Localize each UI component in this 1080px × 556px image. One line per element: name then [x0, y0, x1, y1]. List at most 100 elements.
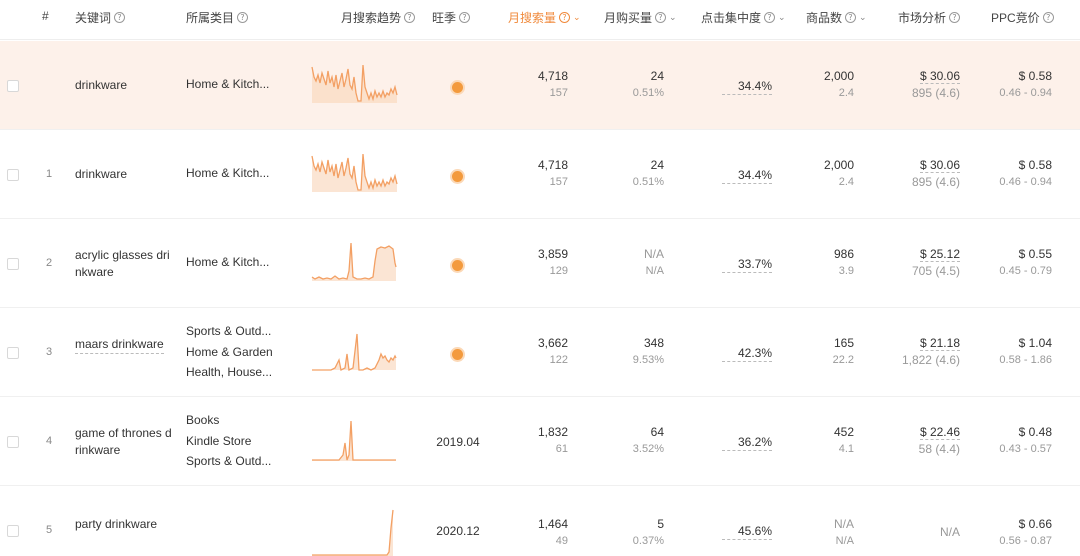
- header-product-count[interactable]: 商品数? ⌄: [806, 9, 867, 26]
- ppc-bid: $ 0.48 0.43 - 0.57: [999, 425, 1052, 455]
- peak-season-dot: [452, 171, 463, 182]
- search-volume: 1,832 61: [537, 425, 568, 455]
- category-list: Home & Kitch...: [186, 252, 286, 273]
- search-volume: 4,718 157: [537, 69, 568, 99]
- header-search-volume[interactable]: 月搜索量? ⌄: [508, 9, 581, 26]
- row-checkbox[interactable]: [7, 436, 19, 448]
- trend-sparkline[interactable]: [311, 508, 399, 556]
- table-row[interactable]: 2 acrylic glasses drinkware Home & Kitch…: [0, 219, 1080, 308]
- help-icon[interactable]: ?: [237, 12, 249, 23]
- click-concentration[interactable]: 34.4%: [722, 78, 772, 95]
- help-icon[interactable]: ?: [404, 12, 416, 23]
- trend-sparkline[interactable]: [311, 63, 399, 105]
- purchase-volume: 24 0.51%: [632, 69, 664, 99]
- header-click-concentration[interactable]: 点击集中度? ⌄: [701, 9, 786, 26]
- product-count: 2,000 2.4: [823, 158, 854, 188]
- peak-season-dot: [452, 260, 463, 271]
- row-index: 3: [45, 346, 53, 358]
- sort-chevron-icon[interactable]: ⌄: [778, 12, 786, 23]
- table-row[interactable]: 5 party drinkware 2020.12 1,464 49 5 0.3…: [0, 486, 1080, 556]
- header-category[interactable]: 所属类目?: [186, 9, 249, 26]
- product-count: 452 4.1: [833, 425, 854, 455]
- market-analysis[interactable]: $ 21.18 1,822 (4.6): [880, 335, 960, 369]
- header-keyword[interactable]: 关键词?: [75, 9, 126, 26]
- product-count: 986 3.9: [833, 247, 854, 277]
- keyword-text[interactable]: acrylic glasses drinkware: [75, 247, 175, 281]
- trend-sparkline[interactable]: [311, 330, 399, 372]
- help-icon[interactable]: ?: [114, 12, 126, 23]
- keyword-text[interactable]: party drinkware: [75, 516, 175, 533]
- category-item: Home & Kitch...: [186, 255, 270, 269]
- category-item: Books: [186, 413, 220, 427]
- table-row[interactable]: 3 maars drinkware Sports & Outd... Home …: [0, 308, 1080, 397]
- category-item: Sports & Outd...: [186, 454, 272, 468]
- keyword-text[interactable]: game of thrones drinkware: [75, 425, 175, 459]
- table-row[interactable]: 1 drinkware Home & Kitch... 4,718 157 24…: [0, 130, 1080, 219]
- peak-season-dot: [452, 349, 463, 360]
- header-market-analysis[interactable]: 市场分析?: [898, 9, 961, 26]
- header-season[interactable]: 旺季?: [432, 9, 471, 26]
- click-concentration[interactable]: 42.3%: [722, 345, 772, 362]
- keyword-text[interactable]: maars drinkware: [75, 336, 164, 354]
- header-purchase[interactable]: 月购买量? ⌄: [604, 9, 677, 26]
- market-analysis: N/A: [939, 525, 960, 539]
- product-count: N/A N/A: [833, 517, 854, 547]
- purchase-volume: N/A N/A: [643, 247, 664, 277]
- keyword-text[interactable]: drinkware: [75, 77, 175, 94]
- click-concentration[interactable]: 45.6%: [722, 523, 772, 540]
- sort-chevron-icon[interactable]: ⌄: [669, 12, 677, 23]
- market-analysis[interactable]: $ 22.46 58 (4.4): [880, 424, 960, 458]
- search-volume: 1,464 49: [537, 517, 568, 547]
- header-index: #: [42, 9, 49, 23]
- row-checkbox[interactable]: [7, 80, 19, 92]
- product-count: 165 22.2: [832, 336, 854, 366]
- header-trend[interactable]: 月搜索趋势?: [341, 9, 416, 26]
- market-analysis[interactable]: $ 30.06 895 (4.6): [880, 68, 960, 102]
- trend-sparkline[interactable]: [311, 152, 399, 194]
- keyword-text[interactable]: drinkware: [75, 166, 175, 183]
- category-item: Home & Garden: [186, 344, 273, 359]
- click-concentration[interactable]: 36.2%: [722, 434, 772, 451]
- click-concentration[interactable]: 34.4%: [722, 167, 772, 184]
- help-icon[interactable]: ?: [1042, 12, 1054, 23]
- peak-season-dot: [452, 82, 463, 93]
- category-list: Books Kindle Store Sports & Outd...: [186, 410, 286, 472]
- row-checkbox[interactable]: [7, 258, 19, 270]
- category-list: Home & Kitch...: [186, 74, 286, 95]
- market-analysis[interactable]: $ 30.06 895 (4.6): [880, 157, 960, 191]
- category-item: Kindle Store: [186, 433, 252, 448]
- row-index: 4: [45, 435, 53, 447]
- sort-chevron-icon[interactable]: ⌄: [859, 12, 867, 23]
- help-icon[interactable]: ?: [845, 12, 857, 23]
- search-volume: 3,662 122: [537, 336, 568, 366]
- search-volume: 3,859 129: [537, 247, 568, 277]
- purchase-volume: 64 3.52%: [632, 425, 664, 455]
- ppc-bid: $ 0.58 0.46 - 0.94: [999, 158, 1052, 188]
- header-ppc[interactable]: PPC竞价?: [991, 9, 1054, 26]
- category-list: Sports & Outd... Home & Garden Health, H…: [186, 321, 286, 383]
- row-checkbox[interactable]: [7, 169, 19, 181]
- click-concentration[interactable]: 33.7%: [722, 256, 772, 273]
- table-row[interactable]: 4 game of thrones drinkware Books Kindle…: [0, 397, 1080, 486]
- category-list: Home & Kitch...: [186, 163, 286, 184]
- help-icon[interactable]: ?: [459, 12, 471, 23]
- search-volume: 4,718 157: [537, 158, 568, 188]
- ppc-bid: $ 0.55 0.45 - 0.79: [999, 247, 1052, 277]
- table-header: # 关键词? 所属类目? 月搜索趋势? 旺季? 月搜索量? ⌄ 月购买量? ⌄ 点击…: [0, 0, 1080, 40]
- help-icon[interactable]: ?: [949, 12, 961, 23]
- ppc-bid: $ 1.04 0.58 - 1.86: [999, 336, 1052, 366]
- sort-chevron-icon[interactable]: ⌄: [573, 12, 581, 23]
- table-row[interactable]: drinkware Home & Kitch... 4,718 157 24 0…: [0, 41, 1080, 130]
- row-index: 5: [45, 524, 53, 536]
- help-icon[interactable]: ?: [559, 12, 571, 23]
- trend-sparkline[interactable]: [311, 241, 399, 283]
- market-analysis[interactable]: $ 25.12 705 (4.5): [880, 246, 960, 280]
- help-icon[interactable]: ?: [764, 12, 776, 23]
- trend-sparkline[interactable]: [311, 419, 399, 461]
- peak-season: 2019.04: [436, 435, 480, 449]
- purchase-volume: 5 0.37%: [632, 517, 664, 547]
- help-icon[interactable]: ?: [655, 12, 667, 23]
- row-checkbox[interactable]: [7, 347, 19, 359]
- category-item: Home & Kitch...: [186, 77, 270, 91]
- row-checkbox[interactable]: [7, 525, 19, 537]
